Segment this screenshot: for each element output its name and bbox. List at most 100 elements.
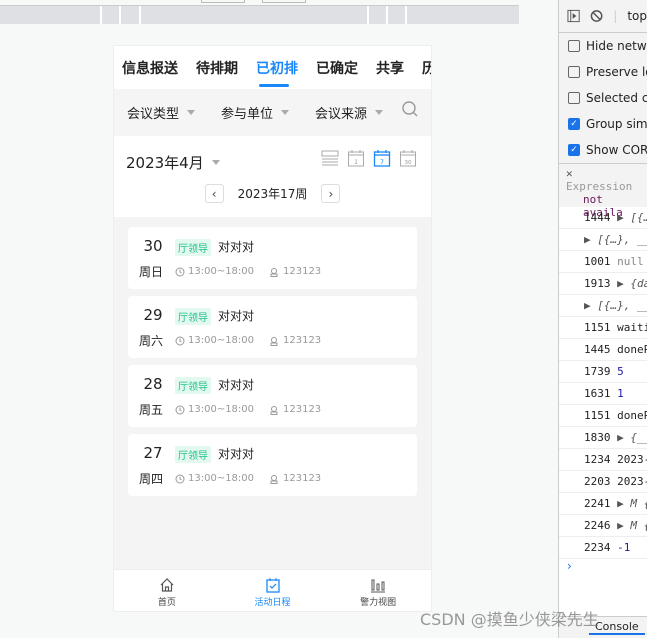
checkbox[interactable]: ✓ [568,118,580,130]
checkbox[interactable] [568,92,580,104]
expression-label[interactable]: Expression [566,180,632,193]
filter-dropdown[interactable]: 会议类型 [127,103,196,122]
event-day: 27 [143,444,163,462]
devtools-option[interactable]: ✓ Show CORS [559,137,647,163]
console-log-row[interactable]: 2203 2023- [559,471,647,493]
time-text: 13:00~18:00 [188,266,255,277]
console-log-row[interactable]: 2234 -1 [559,537,647,559]
active-tab-indicator [259,84,289,87]
sidebar-toggle-icon[interactable] [567,9,580,23]
event-card[interactable]: 30 周日 厅领导 对对对 13:00~18:00 123123 [128,227,417,289]
event-day: 30 [143,237,163,255]
room-text: 123123 [283,266,322,277]
console-log-row[interactable]: 1445 doneP [559,339,647,361]
clock-icon [175,336,185,345]
event-tag: 厅领导 [175,446,211,463]
clear-console-icon[interactable] [590,9,603,23]
prev-week-button[interactable]: ‹ [204,184,224,203]
list-view-icon[interactable] [321,149,339,167]
next-week-button[interactable]: › [321,184,341,203]
close-icon[interactable]: ✕ [566,167,573,180]
search-icon[interactable] [401,100,419,118]
week-label: 2023年17周 [237,187,308,201]
nav-label: 首页 [157,598,176,608]
devtools-panel: | top Hide netwo Preserve log Selected co ✓… [558,0,647,638]
event-room: 123123 [270,335,321,346]
console-log-row[interactable]: 1444 ▶ [{… [559,207,647,229]
event-room: 123123 [270,266,321,277]
log-value: ▶ [{…}, __ [584,233,647,246]
event-card[interactable]: 28 周五 厅领导 对对对 13:00~18:00 123123 [128,365,417,427]
console-log-row[interactable]: 1234 2023- [559,449,647,471]
console-log-row[interactable]: ▶ [{…}, __ [559,295,647,317]
log-value: ▶ M {$L: ' [617,497,647,510]
nav-label: 活动日程 [254,598,291,608]
week-view-icon[interactable]: 7 [373,149,391,167]
option-label: Hide netwo [586,39,647,53]
filter-label: 会议来源 [315,107,368,122]
devtools-option[interactable]: Hide netwo [559,33,647,59]
checkbox[interactable]: ✓ [568,144,580,156]
room-text: 123123 [283,404,322,415]
bottom-nav: 首页 活动日程 警力视图 [114,569,431,611]
event-title: 对对对 [218,309,255,323]
caret-down-icon [211,160,220,169]
week-navigator: ‹ 2023年17周 › [114,184,431,203]
console-log-row[interactable]: 1151 doneP [559,405,647,427]
filter-dropdown[interactable]: 会议来源 [315,103,384,122]
console-log-row[interactable]: 1631 1 [559,383,647,405]
console-log-row[interactable]: ▶ [{…}, __ [559,229,647,251]
context-selector[interactable]: top [627,9,647,23]
event-list: 30 周日 厅领导 对对对 13:00~18:00 123123 29 周六 厅… [114,217,431,513]
log-value: 2023- [617,453,647,466]
log-value: ▶ [{… [617,211,647,224]
console-log-row[interactable]: 2241 ▶ M {$L: ' [559,493,647,515]
day-view-icon[interactable]: 1 [347,149,365,167]
devtools-option[interactable]: ✓ Group simila [559,111,647,137]
log-value: 5 [617,365,624,378]
event-tag: 厅领导 [175,308,211,325]
nav-home[interactable]: 首页 [114,570,220,611]
option-label: Group simila [586,117,647,131]
log-line: 2203 [584,475,611,488]
event-time: 13:00~18:00 [175,404,254,415]
log-line: 1631 [584,387,611,400]
console-log-row[interactable]: 1151 waiti [559,317,647,339]
checkbox[interactable] [568,40,580,52]
event-title: 对对对 [218,447,255,461]
checkbox[interactable] [568,66,580,78]
toolbar-button[interactable] [262,0,306,3]
tab-item[interactable]: 已初排 [256,58,298,78]
tab-item[interactable]: 已确定 [316,58,358,78]
month-view-icon[interactable]: 30 [399,149,417,167]
tab-item[interactable]: 待排期 [196,58,238,78]
log-line: 2246 [584,519,611,532]
tab-item[interactable]: 历 [422,58,431,78]
caret-down-icon [281,110,290,119]
log-line: 1444 [584,211,611,224]
month-picker[interactable]: 2023年4月 [126,152,220,173]
date-panel: 2023年4月 1 7 30 ‹ 2023年17周 › [114,136,431,217]
tab-item[interactable]: 共享 [376,58,404,78]
event-card[interactable]: 29 周六 厅领导 对对对 13:00~18:00 123123 [128,296,417,358]
toolbar-button[interactable] [201,0,245,3]
console-prompt[interactable]: › [559,559,647,573]
console-log-row[interactable]: 1001 null [559,251,647,273]
devtools-toolbar: | top [559,0,647,33]
console-log-row[interactable]: 1739 5 [559,361,647,383]
nav-schedule[interactable]: 活动日程 [220,570,326,611]
devtools-option[interactable]: Selected co [559,85,647,111]
event-card[interactable]: 27 周四 厅领导 对对对 13:00~18:00 123123 [128,434,417,496]
nav-police-view[interactable]: 警力视图 [325,570,431,611]
option-label: Selected co [586,91,647,105]
console-log-row[interactable]: 2246 ▶ M {$L: ' [559,515,647,537]
devtools-option[interactable]: Preserve log [559,59,647,85]
tab-item[interactable]: 信息报送 [122,58,178,78]
live-expression: ✕ Expression not availa [559,163,647,219]
location-icon [270,267,278,277]
time-text: 13:00~18:00 [188,404,255,415]
filter-dropdown[interactable]: 参与单位 [221,103,290,122]
console-log-row[interactable]: 1913 ▶ {da [559,273,647,295]
console-log-row[interactable]: 1830 ▶ {__ [559,427,647,449]
svg-text:1: 1 [354,159,358,166]
